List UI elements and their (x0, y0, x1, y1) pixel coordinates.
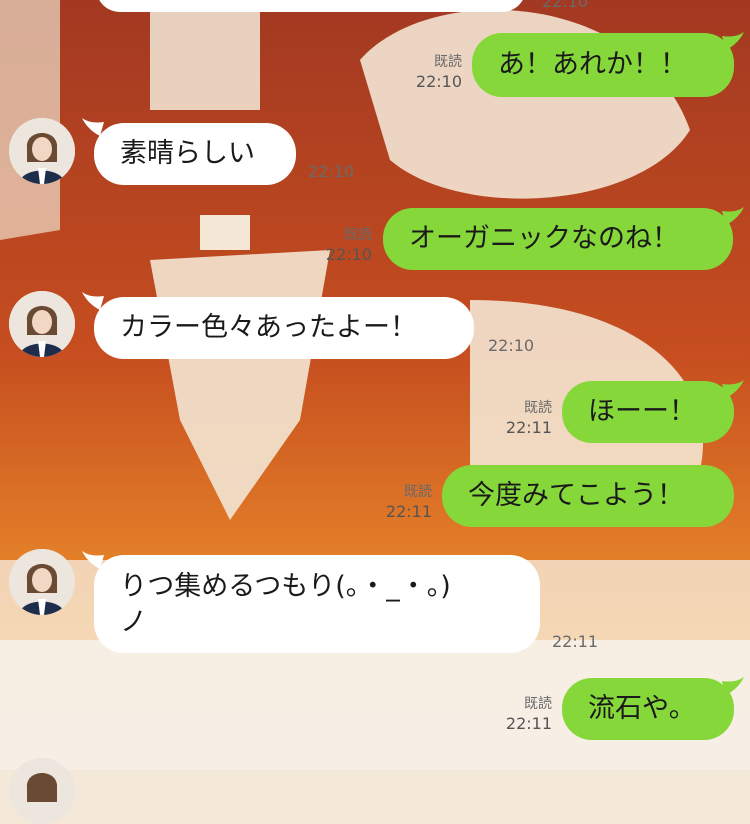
incoming-message-bubble[interactable]: 素晴らしい (94, 123, 296, 185)
message-text-line: りつ集めるつもり(。・_・。) (120, 571, 451, 602)
contact-avatar[interactable] (9, 118, 75, 184)
message-time: 22:10 (488, 336, 535, 355)
message-meta: 既読 22:11 (498, 398, 552, 438)
message-time: 22:11 (552, 632, 599, 651)
message-text: あ！あれか！！ (498, 49, 687, 80)
read-receipt: 既読 (524, 400, 552, 416)
message-time: 22:10 (325, 245, 372, 264)
outgoing-message-bubble[interactable]: 今度みてこよう！ (442, 465, 734, 527)
bubble-tail (722, 380, 744, 398)
message-text: 今度みてこよう！ (468, 480, 684, 511)
message-time: 22:11 (505, 418, 552, 437)
message-text: カラー色々あったよー！ (120, 312, 417, 343)
outgoing-message-bubble[interactable]: あ！あれか！！ (472, 33, 734, 97)
message-meta: 既読 22:10 (408, 52, 462, 92)
read-receipt: 既読 (524, 696, 552, 712)
message-time: 22:10 (542, 0, 589, 11)
message-meta: 既読 22:11 (498, 694, 552, 734)
message-meta: 既読 22:10 (318, 225, 372, 265)
message-meta: 既読 22:11 (378, 482, 432, 522)
message-text: 素晴らしい (120, 138, 255, 169)
outgoing-message-bubble[interactable]: 流石や。 (562, 678, 734, 740)
contact-avatar[interactable] (9, 291, 75, 357)
message-text: ほーー！ (588, 396, 696, 427)
outgoing-message-bubble[interactable]: オーガニックなのね！ (383, 208, 733, 270)
read-receipt: 既読 (344, 227, 372, 243)
avatar-image (9, 758, 75, 824)
message-time: 22:10 (308, 162, 355, 181)
avatar-image (9, 291, 75, 357)
partial-message-bubble[interactable] (96, 0, 526, 12)
message-text-line: ノ (120, 607, 147, 638)
message-text: オーガニックなのね！ (409, 223, 679, 254)
outgoing-message-bubble[interactable]: ほーー！ (562, 381, 734, 443)
message-time: 22:11 (385, 502, 432, 521)
read-receipt: 既読 (404, 484, 432, 500)
bubble-tail (722, 32, 744, 50)
message-time: 22:11 (505, 714, 552, 733)
message-text: 流石や。 (588, 693, 696, 724)
message-time: 22:10 (415, 72, 462, 91)
contact-avatar[interactable] (9, 758, 75, 824)
read-receipt: 既読 (434, 54, 462, 70)
bubble-tail (722, 207, 744, 225)
avatar-image (9, 549, 75, 615)
avatar-image (9, 118, 75, 184)
incoming-message-bubble[interactable]: カラー色々あったよー！ (94, 297, 474, 359)
contact-avatar[interactable] (9, 549, 75, 615)
bubble-tail (722, 677, 744, 695)
incoming-message-bubble[interactable]: りつ集めるつもり(。・_・。) ノ (94, 555, 540, 653)
